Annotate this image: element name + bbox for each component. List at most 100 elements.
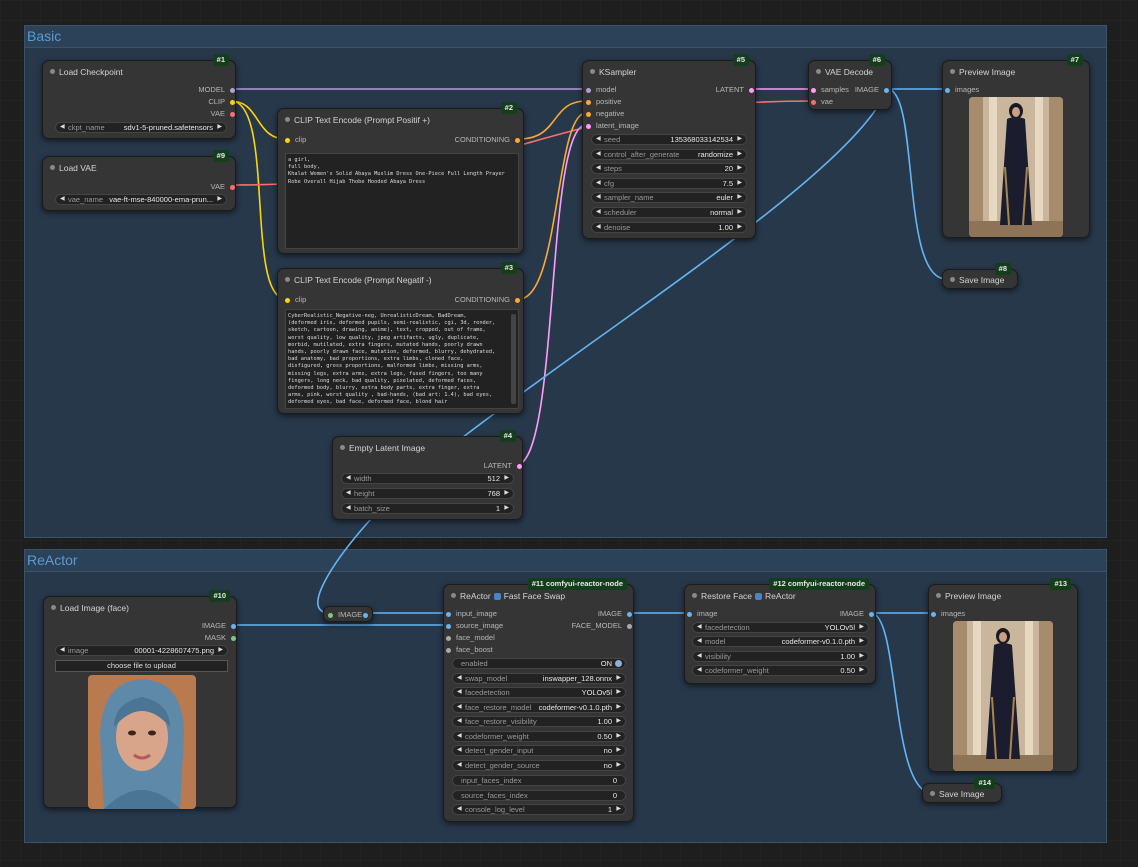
reroute-input[interactable]: IMAGE <box>328 610 362 620</box>
sampler-name-widget[interactable]: ◀ sampler_name euler ▶ <box>591 192 747 203</box>
output-image[interactable]: IMAGE <box>840 609 874 619</box>
output-vae[interactable]: VAE <box>211 182 235 192</box>
facedetection-combo[interactable]: ◀ facedetection YOLOv5l ▶ <box>692 622 869 633</box>
node-clip-text-encode-negative[interactable]: CLIP Text Encode (Prompt Negatif -) #3 c… <box>277 262 524 414</box>
detect-gender-source-combo[interactable]: ◀ detect_gender_source no ▶ <box>452 760 626 771</box>
denoise-widget[interactable]: ◀ denoise 1.00 ▶ <box>591 222 747 233</box>
output-vae[interactable]: VAE <box>211 109 235 119</box>
input-input-image[interactable]: input_image <box>446 609 497 619</box>
source-faces-index-field[interactable]: source_faces_index 0 <box>452 790 626 801</box>
textarea-scrollbar[interactable] <box>511 314 516 404</box>
node-title: ReActor <box>460 591 491 601</box>
output-clip[interactable]: CLIP <box>208 97 235 107</box>
facedetection-combo[interactable]: ◀ facedetection YOLOv5l ▶ <box>452 687 626 698</box>
node-id-badge: #11 comfyui-reactor-node <box>527 578 627 590</box>
input-model[interactable]: model <box>586 85 616 95</box>
node-id-badge: #3 <box>500 262 517 274</box>
model-combo[interactable]: ◀ model codeformer-v0.1.0.pth ▶ <box>692 636 869 647</box>
output-face-model[interactable]: FACE_MODEL <box>572 621 632 631</box>
output-image[interactable]: IMAGE <box>202 621 236 631</box>
reactor-badge-icon <box>755 593 763 601</box>
positive-prompt-textarea[interactable]: a girl, full body, Khalat Women's Solid … <box>285 153 519 249</box>
node-id-badge: #5 <box>732 54 749 66</box>
reactor-badge-icon <box>493 593 501 601</box>
node-title: CLIP Text Encode (Prompt Positif +) <box>294 115 430 125</box>
node-load-checkpoint[interactable]: Load Checkpoint #1 MODEL CLIP VAE ◀ ckpt_… <box>42 54 236 139</box>
node-title: VAE Decode <box>825 67 874 77</box>
node-load-vae[interactable]: Load VAE #9 VAE ◀ vae_name vae-ft-mse-8400… <box>42 150 236 211</box>
node-save-image[interactable]: Save Image #8 <box>942 263 1018 289</box>
input-negative[interactable]: negative <box>586 109 624 119</box>
choose-file-upload-button[interactable]: choose file to upload <box>55 660 228 672</box>
input-clip[interactable]: clip <box>285 295 306 305</box>
control-after-generate-widget[interactable]: ◀ control_after_generate randomize ▶ <box>591 149 747 160</box>
node-preview-image-final[interactable]: Preview Image #13 images <box>928 578 1078 772</box>
codeformer-weight-widget[interactable]: ◀ codeformer_weight 0.50 ▶ <box>692 665 869 676</box>
swap-model-combo[interactable]: ◀ swap_model inswapper_128.onnx ▶ <box>452 673 626 684</box>
node-vae-decode[interactable]: VAE Decode #6 samples vae IMAGE <box>808 54 892 110</box>
source-face-image <box>88 675 196 809</box>
node-id-badge: #10 <box>209 590 230 602</box>
input-vae[interactable]: vae <box>811 97 833 107</box>
input-latent-image[interactable]: latent_image <box>586 121 639 131</box>
input-source-image[interactable]: source_image <box>446 621 503 631</box>
node-save-image-final[interactable]: Save Image #14 <box>922 777 1002 803</box>
input-face-boost[interactable]: face_boost <box>446 645 493 655</box>
face-restore-model-combo[interactable]: ◀ face_restore_model codeformer-v0.1.0.pth… <box>452 702 626 713</box>
input-clip[interactable]: clip <box>285 135 306 145</box>
input-positive[interactable]: positive <box>586 97 621 107</box>
node-title: Preview Image <box>945 591 1002 601</box>
output-image[interactable]: IMAGE <box>598 609 632 619</box>
output-conditioning[interactable]: CONDITIONING <box>455 295 520 305</box>
face-restore-visibility-widget[interactable]: ◀ face_restore_visibility 1.00 ▶ <box>452 716 626 727</box>
output-latent[interactable]: LATENT <box>716 85 754 95</box>
visibility-widget[interactable]: ◀ visibility 1.00 ▶ <box>692 651 869 662</box>
input-images[interactable]: images <box>945 85 979 95</box>
input-image[interactable]: image <box>687 609 717 619</box>
output-model[interactable]: MODEL <box>198 85 235 95</box>
node-title: CLIP Text Encode (Prompt Negatif -) <box>294 275 432 285</box>
vae-name-combo[interactable]: ◀ vae_name vae-ft-mse-840000-ema-prun... ▶ <box>55 194 227 205</box>
node-reactor-fast-face-swap[interactable]: ReActor Fast Face Swap #11 comfyui-reacto… <box>443 578 634 822</box>
output-conditioning[interactable]: CONDITIONING <box>455 135 520 145</box>
scheduler-widget[interactable]: ◀ scheduler normal ▶ <box>591 207 747 218</box>
node-preview-image[interactable]: Preview Image #7 images <box>942 54 1090 238</box>
console-log-level-widget[interactable]: ◀ console_log_level 1 ▶ <box>452 804 626 815</box>
node-id-badge: #4 <box>499 430 516 442</box>
node-restore-face[interactable]: Restore Face ReActor #12 comfyui-reactor-… <box>684 578 876 684</box>
node-load-image-face[interactable]: Load Image (face) #10 IMAGE MASK ◀ image 0… <box>43 590 237 809</box>
node-id-badge: #14 <box>974 777 995 789</box>
input-face-model[interactable]: face_model <box>446 633 495 643</box>
output-mask[interactable]: MASK <box>205 633 236 643</box>
detect-gender-input-combo[interactable]: ◀ detect_gender_input no ▶ <box>452 745 626 756</box>
final-image-thumbnail <box>953 621 1053 771</box>
batch-size-widget[interactable]: ◀ batch_size 1 ▶ <box>341 503 514 514</box>
seed-widget[interactable]: ◀ seed 135368033142534 ▶ <box>591 134 747 145</box>
node-id-badge: #1 <box>212 54 229 66</box>
input-samples[interactable]: samples <box>811 85 849 95</box>
input-faces-index-field[interactable]: input_faces_index 0 <box>452 775 626 786</box>
node-id-badge: #9 <box>212 150 229 162</box>
node-title: Save Image <box>939 789 985 799</box>
input-images[interactable]: images <box>931 609 965 619</box>
node-ksampler[interactable]: KSampler #5 model positive negative late… <box>582 54 756 239</box>
node-title: Empty Latent Image <box>349 443 426 453</box>
codeformer-weight-widget[interactable]: ◀ codeformer_weight 0.50 ▶ <box>452 731 626 742</box>
output-latent[interactable]: LATENT <box>484 461 522 471</box>
node-subtitle: ReActor <box>765 591 796 601</box>
steps-widget[interactable]: ◀ steps 20 ▶ <box>591 163 747 174</box>
enabled-toggle[interactable]: enabled ON <box>452 658 626 669</box>
negative-prompt-textarea[interactable]: CyberRealistic_Negative-neg, Unrealistic… <box>285 309 519 409</box>
node-clip-text-encode-positive[interactable]: CLIP Text Encode (Prompt Positif +) #2 c… <box>277 102 524 254</box>
cfg-widget[interactable]: ◀ cfg 7.5 ▶ <box>591 178 747 189</box>
output-image[interactable]: IMAGE <box>855 85 889 95</box>
node-title: Preview Image <box>959 67 1016 77</box>
image-file-combo[interactable]: ◀ image 00001-4228607475.png ▶ <box>55 645 228 656</box>
node-reroute[interactable]: IMAGE <box>323 606 373 622</box>
node-id-badge: #2 <box>500 102 517 114</box>
node-title: Restore Face <box>701 591 753 601</box>
width-widget[interactable]: ◀ width 512 ▶ <box>341 473 514 484</box>
height-widget[interactable]: ◀ height 768 ▶ <box>341 488 514 499</box>
ckpt-name-combo[interactable]: ◀ ckpt_name sdv1-5-pruned.safetensors ▶ <box>55 122 227 133</box>
node-empty-latent-image[interactable]: Empty Latent Image #4 LATENT ◀ width 512 ▶ … <box>332 430 523 520</box>
